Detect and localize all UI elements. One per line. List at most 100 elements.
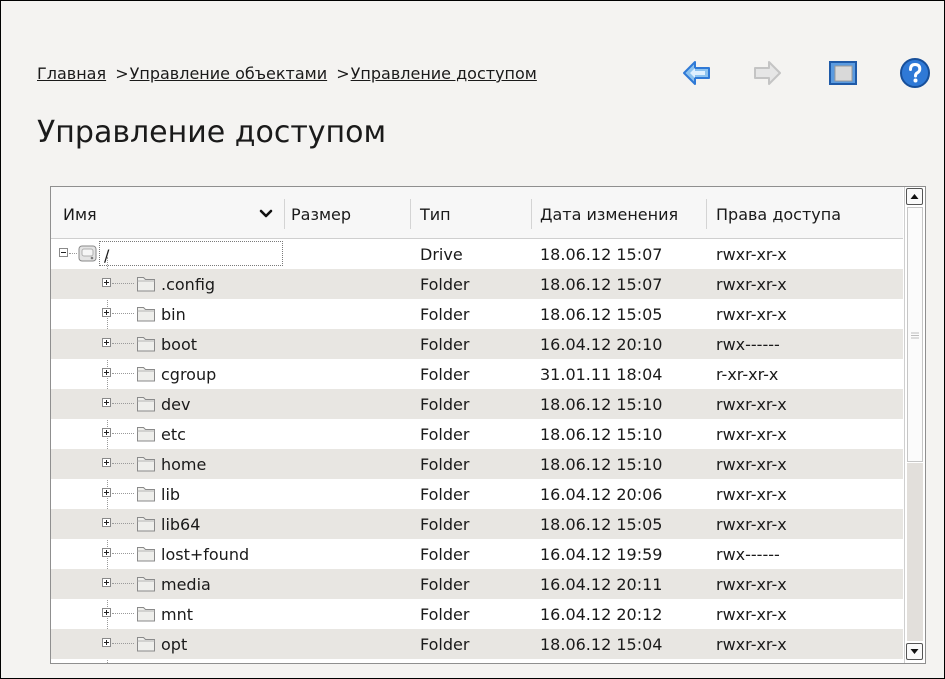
- column-header-date[interactable]: Дата изменения: [540, 201, 678, 229]
- breadcrumb-access-control-link[interactable]: Управление доступом: [351, 64, 537, 83]
- folder-icon: [137, 517, 155, 532]
- cell-date: 18.06.12 15:10: [540, 455, 663, 474]
- table-row[interactable]: cgroup Folder 31.01.11 18:04 r-xr-xr-x: [51, 359, 903, 389]
- column-divider[interactable]: [284, 199, 285, 229]
- cell-type: Folder: [420, 485, 470, 504]
- scroll-thumb[interactable]: [907, 207, 923, 462]
- column-divider[interactable]: [531, 199, 532, 229]
- column-header-type[interactable]: Тип: [420, 201, 451, 229]
- tree-connector: [112, 403, 134, 404]
- tree-connector: [112, 313, 134, 314]
- expand-toggle[interactable]: [102, 368, 111, 377]
- cell-type: Folder: [420, 365, 470, 384]
- folder-icon: [137, 637, 155, 652]
- expand-toggle[interactable]: [102, 638, 111, 647]
- table-row[interactable]: boot Folder 16.04.12 20:10 rwx------: [51, 329, 903, 359]
- table-row-root[interactable]: / Drive 18.06.12 15:07 rwxr-xr-x: [51, 239, 903, 269]
- cell-type: Folder: [420, 455, 470, 474]
- table-row[interactable]: .config Folder 18.06.12 15:07 rwxr-xr-x: [51, 269, 903, 299]
- folder-icon: [137, 607, 155, 622]
- column-header-permissions[interactable]: Права доступа: [716, 201, 841, 229]
- root-name[interactable]: /: [99, 241, 283, 266]
- expand-toggle[interactable]: [102, 338, 111, 347]
- table-row[interactable]: lost+found Folder 16.04.12 19:59 rwx------: [51, 539, 903, 569]
- cell-type: Folder: [420, 335, 470, 354]
- folder-icon: [137, 367, 155, 382]
- forward-arrow-icon: [754, 61, 781, 85]
- table-row[interactable]: media Folder 16.04.12 20:11 rwxr-xr-x: [51, 569, 903, 599]
- expand-toggle[interactable]: [102, 308, 111, 317]
- table-row[interactable]: bin Folder 18.06.12 15:05 rwxr-xr-x: [51, 299, 903, 329]
- scroll-up-button[interactable]: [906, 188, 923, 205]
- scroll-down-button[interactable]: [906, 643, 923, 660]
- cell-type: Folder: [420, 305, 470, 324]
- panel-toggle-button[interactable]: [827, 57, 859, 89]
- cell-name: opt: [161, 635, 188, 654]
- collapse-toggle[interactable]: [59, 248, 68, 257]
- cell-date: 16.04.12 20:10: [540, 335, 663, 354]
- vertical-scrollbar[interactable]: [904, 187, 925, 663]
- expand-toggle[interactable]: [102, 278, 111, 287]
- expand-toggle[interactable]: [102, 518, 111, 527]
- cell-name: etc: [161, 425, 186, 444]
- table-row[interactable]: mnt Folder 16.04.12 20:12 rwxr-xr-x: [51, 599, 903, 629]
- table-row[interactable]: etc Folder 18.06.12 15:10 rwxr-xr-x: [51, 419, 903, 449]
- table-body: / Drive 18.06.12 15:07 rwxr-xr-x .config…: [51, 239, 903, 659]
- column-divider[interactable]: [410, 199, 411, 229]
- grip-icon: [911, 332, 919, 339]
- table-row[interactable]: opt Folder 18.06.12 15:04 rwxr-xr-x: [51, 629, 903, 659]
- cell-permissions: rwxr-xr-x: [716, 275, 787, 294]
- tree-connector: [112, 463, 134, 464]
- tree-connector: [112, 433, 134, 434]
- help-button[interactable]: [899, 57, 931, 89]
- expand-toggle[interactable]: [102, 548, 111, 557]
- cell-permissions: rwxr-xr-x: [716, 245, 787, 264]
- cell-name: lib64: [161, 515, 201, 534]
- table-row[interactable]: lib Folder 16.04.12 20:06 rwxr-xr-x: [51, 479, 903, 509]
- cell-name: .config: [161, 275, 216, 294]
- cell-date: 18.06.12 15:10: [540, 395, 663, 414]
- cell-date: 16.04.12 20:06: [540, 485, 663, 504]
- cell-date: 18.06.12 15:04: [540, 635, 663, 654]
- expand-toggle[interactable]: [102, 458, 111, 467]
- column-header-name[interactable]: Имя: [63, 201, 97, 229]
- breadcrumb-home-link[interactable]: Главная: [37, 64, 106, 83]
- tree-connector: [69, 253, 77, 254]
- cell-name: media: [161, 575, 211, 594]
- cell-permissions: rwxr-xr-x: [716, 425, 787, 444]
- breadcrumb-object-management-link[interactable]: Управление объектами: [130, 64, 328, 83]
- cell-type: Folder: [420, 545, 470, 564]
- back-button[interactable]: [681, 57, 713, 89]
- cell-date: 18.06.12 15:05: [540, 515, 663, 534]
- tree-connector: [112, 553, 134, 554]
- panel-icon: [829, 61, 857, 85]
- column-divider[interactable]: [706, 199, 707, 229]
- cell-date: 16.04.12 20:12: [540, 605, 663, 624]
- table-header: Имя Размер Тип Дата изменения Права дост…: [51, 187, 903, 239]
- table-row[interactable]: dev Folder 18.06.12 15:10 rwxr-xr-x: [51, 389, 903, 419]
- chevron-down-icon[interactable]: [259, 208, 273, 220]
- arrow-down-icon: [910, 649, 919, 654]
- folder-icon: [137, 307, 155, 322]
- column-header-size[interactable]: Размер: [291, 201, 351, 229]
- expand-toggle[interactable]: [102, 578, 111, 587]
- expand-toggle[interactable]: [102, 428, 111, 437]
- tree-connector: [112, 583, 134, 584]
- expand-toggle[interactable]: [102, 488, 111, 497]
- cell-date: 16.04.12 20:11: [540, 575, 663, 594]
- cell-date: 31.01.11 18:04: [540, 365, 663, 384]
- cell-permissions: rwxr-xr-x: [716, 455, 787, 474]
- expand-toggle[interactable]: [102, 398, 111, 407]
- expand-toggle[interactable]: [102, 608, 111, 617]
- help-icon: [900, 58, 930, 88]
- cell-type: Folder: [420, 275, 470, 294]
- forward-button[interactable]: [751, 57, 783, 89]
- drive-icon: [78, 245, 97, 262]
- table-row[interactable]: lib64 Folder 18.06.12 15:05 rwxr-xr-x: [51, 509, 903, 539]
- breadcrumb-separator: >: [336, 64, 350, 83]
- cell-permissions: rwxr-xr-x: [716, 515, 787, 534]
- scroll-track[interactable]: [907, 463, 923, 641]
- tree-connector: [112, 493, 134, 494]
- table-row[interactable]: home Folder 18.06.12 15:10 rwxr-xr-x: [51, 449, 903, 479]
- cell-permissions: r-xr-xr-x: [716, 365, 779, 384]
